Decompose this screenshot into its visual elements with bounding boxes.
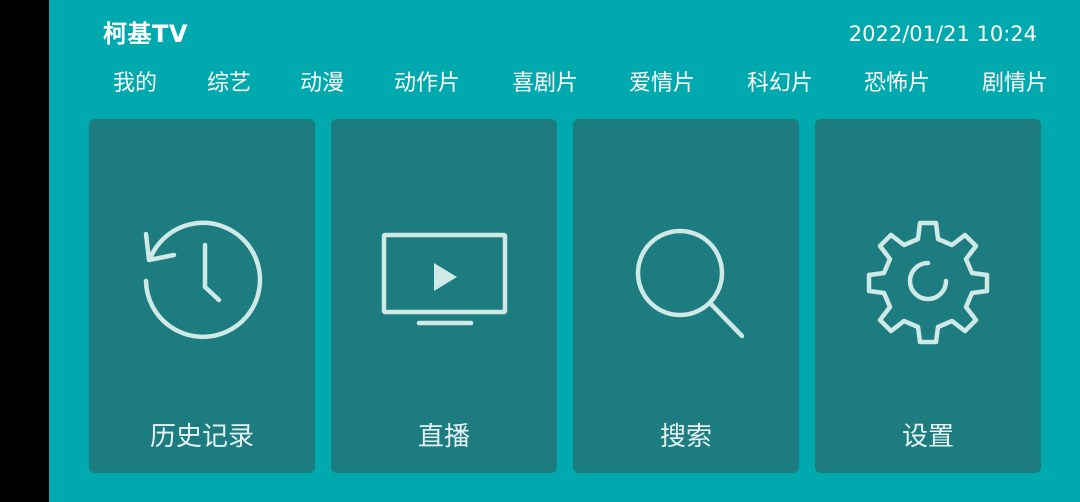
nav-item-drama[interactable]: 剧情片 <box>982 66 1048 102</box>
nav-item-action[interactable]: 动作片 <box>394 66 460 102</box>
nav-item-scifi[interactable]: 科幻片 <box>747 66 813 102</box>
nav-item-mine[interactable]: 我的 <box>113 66 157 102</box>
settings-gear-icon <box>858 211 998 351</box>
screen-edge-bar <box>0 0 49 502</box>
settings-label: 设置 <box>901 422 954 452</box>
nav-item-anime[interactable]: 动漫 <box>300 66 344 102</box>
app-title: 柯基TV <box>103 20 188 48</box>
history-label: 历史记录 <box>149 422 254 452</box>
date-time: 2022/01/21 10:24 <box>848 22 1037 46</box>
live-label: 直播 <box>417 422 470 452</box>
history-icon <box>132 211 272 351</box>
tv-home-screen: 柯基TV 2022/01/21 10:24 我的 综艺 动漫 动作片 喜剧片 爱… <box>49 0 1080 502</box>
settings-tile[interactable]: 设置 <box>815 119 1041 473</box>
nav-item-horror[interactable]: 恐怖片 <box>864 66 930 102</box>
search-icon <box>616 211 756 351</box>
nav-item-variety[interactable]: 综艺 <box>207 66 251 102</box>
nav-item-romance[interactable]: 爱情片 <box>629 66 695 102</box>
live-tile[interactable]: 直播 <box>331 119 557 473</box>
nav-item-comedy[interactable]: 喜剧片 <box>512 66 578 102</box>
search-tile[interactable]: 搜索 <box>573 119 799 473</box>
search-label: 搜索 <box>659 422 712 452</box>
history-tile[interactable]: 历史记录 <box>89 119 315 473</box>
category-nav: 我的 综艺 动漫 动作片 喜剧片 爱情片 科幻片 恐怖片 剧情片 <box>49 66 1080 102</box>
live-tv-icon <box>374 211 514 351</box>
